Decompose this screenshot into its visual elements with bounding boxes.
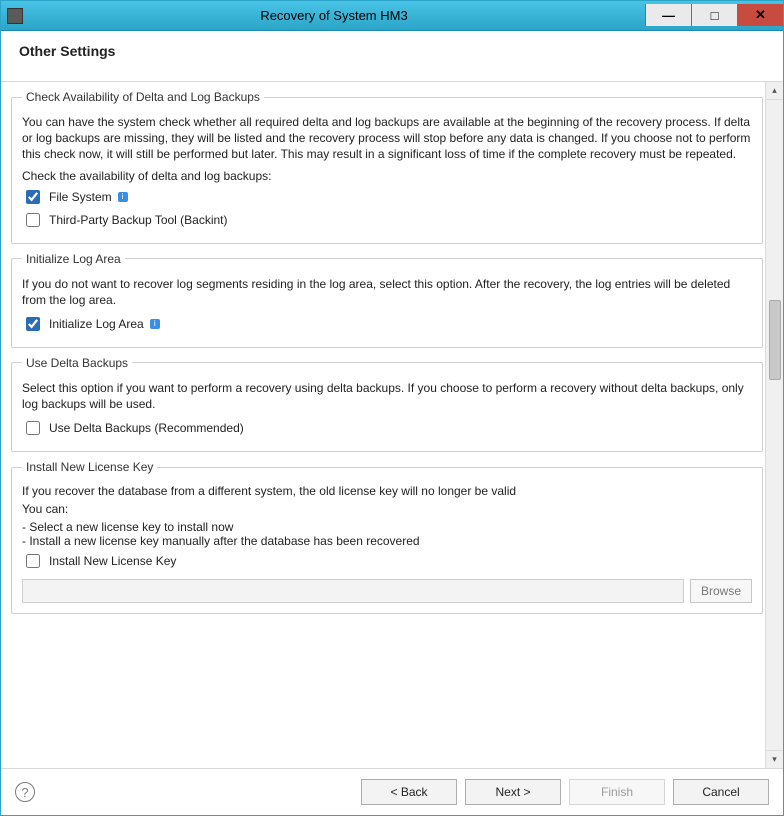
init-log-checkbox[interactable]: [26, 317, 40, 331]
help-icon[interactable]: ?: [15, 782, 35, 802]
group-description: Select this option if you want to perfor…: [22, 380, 752, 412]
group-legend: Install New License Key: [22, 460, 157, 474]
checkbox-row-init-log[interactable]: Initialize Log Area i: [22, 314, 752, 334]
maximize-icon: □: [711, 8, 719, 23]
titlebar: Recovery of System HM3 — □ ✕: [1, 1, 783, 31]
minimize-button[interactable]: —: [645, 4, 691, 26]
window-controls: — □ ✕: [645, 5, 783, 26]
group-legend: Initialize Log Area: [22, 252, 125, 266]
group-check-availability: Check Availability of Delta and Log Back…: [11, 90, 763, 244]
group-delta-backups: Use Delta Backups Select this option if …: [11, 356, 763, 452]
group-legend: Check Availability of Delta and Log Back…: [22, 90, 264, 104]
app-icon: [7, 8, 23, 24]
check-avail-sublabel: Check the availability of delta and log …: [22, 169, 752, 183]
init-log-label: Initialize Log Area: [49, 317, 144, 331]
window-root: Recovery of System HM3 — □ ✕ Other Setti…: [1, 1, 783, 815]
delta-label: Use Delta Backups (Recommended): [49, 421, 244, 435]
scroll-down-icon[interactable]: ▾: [766, 750, 783, 768]
license-path-row: Browse: [22, 579, 752, 603]
license-bullets: Select a new license key to install now …: [22, 520, 752, 548]
group-initialize-log: Initialize Log Area If you do not want t…: [11, 252, 763, 348]
scroll-thumb[interactable]: [769, 300, 781, 380]
group-legend: Use Delta Backups: [22, 356, 132, 370]
group-license-key: Install New License Key If you recover t…: [11, 460, 763, 614]
license-checkbox[interactable]: [26, 554, 40, 568]
page-title: Other Settings: [19, 43, 765, 59]
scroll-up-icon[interactable]: ▴: [766, 82, 783, 100]
info-icon[interactable]: i: [118, 192, 128, 202]
window-title: Recovery of System HM3: [23, 8, 645, 23]
browse-button[interactable]: Browse: [690, 579, 752, 603]
checkbox-row-file-system[interactable]: File System i: [22, 187, 752, 207]
group-description: You can have the system check whether al…: [22, 114, 752, 163]
checkbox-row-license[interactable]: Install New License Key: [22, 551, 752, 571]
delta-checkbox[interactable]: [26, 421, 40, 435]
license-bullet-1: Select a new license key to install now: [22, 520, 752, 534]
cancel-button[interactable]: Cancel: [673, 779, 769, 805]
back-button[interactable]: < Back: [361, 779, 457, 805]
body-area: Check Availability of Delta and Log Back…: [1, 82, 783, 768]
thirdparty-checkbox[interactable]: [26, 213, 40, 227]
close-icon: ✕: [755, 7, 766, 23]
info-icon[interactable]: i: [150, 319, 160, 329]
thirdparty-label: Third-Party Backup Tool (Backint): [49, 213, 228, 227]
license-checkbox-label: Install New License Key: [49, 554, 176, 568]
close-button[interactable]: ✕: [737, 4, 783, 26]
page-header: Other Settings: [1, 31, 783, 82]
maximize-button[interactable]: □: [691, 4, 737, 26]
file-system-checkbox[interactable]: [26, 190, 40, 204]
finish-button[interactable]: Finish: [569, 779, 665, 805]
license-bullet-2: Install a new license key manually after…: [22, 534, 752, 548]
license-line1: If you recover the database from a diffe…: [22, 484, 752, 498]
checkbox-row-thirdparty[interactable]: Third-Party Backup Tool (Backint): [22, 210, 752, 230]
footer-bar: ? < Back Next > Finish Cancel: [1, 768, 783, 815]
checkbox-row-delta[interactable]: Use Delta Backups (Recommended): [22, 418, 752, 438]
group-description: If you do not want to recover log segmen…: [22, 276, 752, 308]
license-line2: You can:: [22, 502, 752, 516]
vertical-scrollbar[interactable]: ▴ ▾: [765, 82, 783, 768]
minimize-icon: —: [662, 8, 675, 23]
next-button[interactable]: Next >: [465, 779, 561, 805]
file-system-label: File System: [49, 190, 112, 204]
content-column: Check Availability of Delta and Log Back…: [1, 82, 765, 768]
license-path-input[interactable]: [22, 579, 684, 603]
